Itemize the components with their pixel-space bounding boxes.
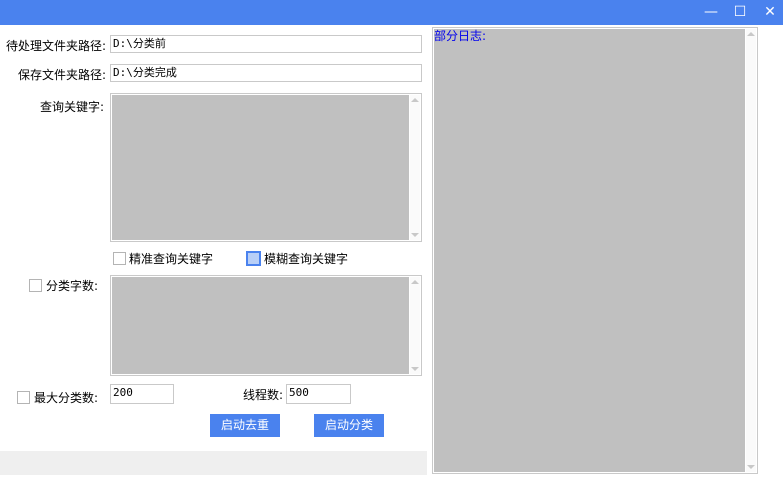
category-chars-label: 分类字数: [46,279,99,293]
fuzzy-keyword-checkbox[interactable] [246,251,261,266]
save-path-label: 保存文件夹路径: [18,68,107,82]
keyword-textarea[interactable] [110,93,422,242]
max-categories-checkbox[interactable] [17,391,30,404]
close-icon: ✕ [764,4,776,20]
maximize-icon: ☐ [733,4,747,20]
keyword-label: 查询关键字: [40,100,105,114]
close-button[interactable]: ✕ [755,0,783,25]
maximize-button[interactable]: ☐ [725,0,755,25]
save-path-field[interactable]: D:\分类完成 [110,64,422,82]
input-path-label: 待处理文件夹路径: [6,39,107,53]
threads-field[interactable]: 500 [286,384,351,404]
max-categories-field[interactable]: 200 [110,384,174,404]
log-panel[interactable]: 部分日志: [432,27,758,474]
title-bar: — ☐ ✕ [0,0,783,25]
keyword-textarea-content [112,95,409,240]
input-path-field[interactable]: D:\分类前 [110,35,422,53]
fuzzy-keyword-label: 模糊查询关键字 [264,252,349,266]
log-scrollbar[interactable] [746,29,756,472]
exact-keyword-checkbox[interactable] [113,252,126,265]
scroll-up-icon[interactable] [411,280,419,284]
category-chars-checkbox[interactable] [29,279,42,292]
category-chars-textarea-content [112,277,409,374]
log-title: 部分日志: [434,29,487,43]
start-classify-button[interactable]: 启动分类 [314,414,384,437]
scroll-down-icon[interactable] [747,465,755,469]
scroll-down-icon[interactable] [411,233,419,237]
scroll-up-icon[interactable] [411,98,419,102]
minimize-button[interactable]: — [696,0,726,25]
category-chars-scrollbar[interactable] [410,277,420,374]
minimize-icon: — [704,4,718,20]
category-chars-textarea[interactable] [110,275,422,376]
start-dedupe-button[interactable]: 启动去重 [210,414,280,437]
threads-label: 线程数: [243,388,284,402]
max-categories-label: 最大分类数: [34,391,99,405]
log-content [434,29,745,472]
exact-keyword-label: 精准查询关键字 [129,252,214,266]
keyword-scrollbar[interactable] [410,95,420,240]
scroll-down-icon[interactable] [411,367,419,371]
scroll-up-icon[interactable] [747,32,755,36]
status-bar [0,451,427,475]
